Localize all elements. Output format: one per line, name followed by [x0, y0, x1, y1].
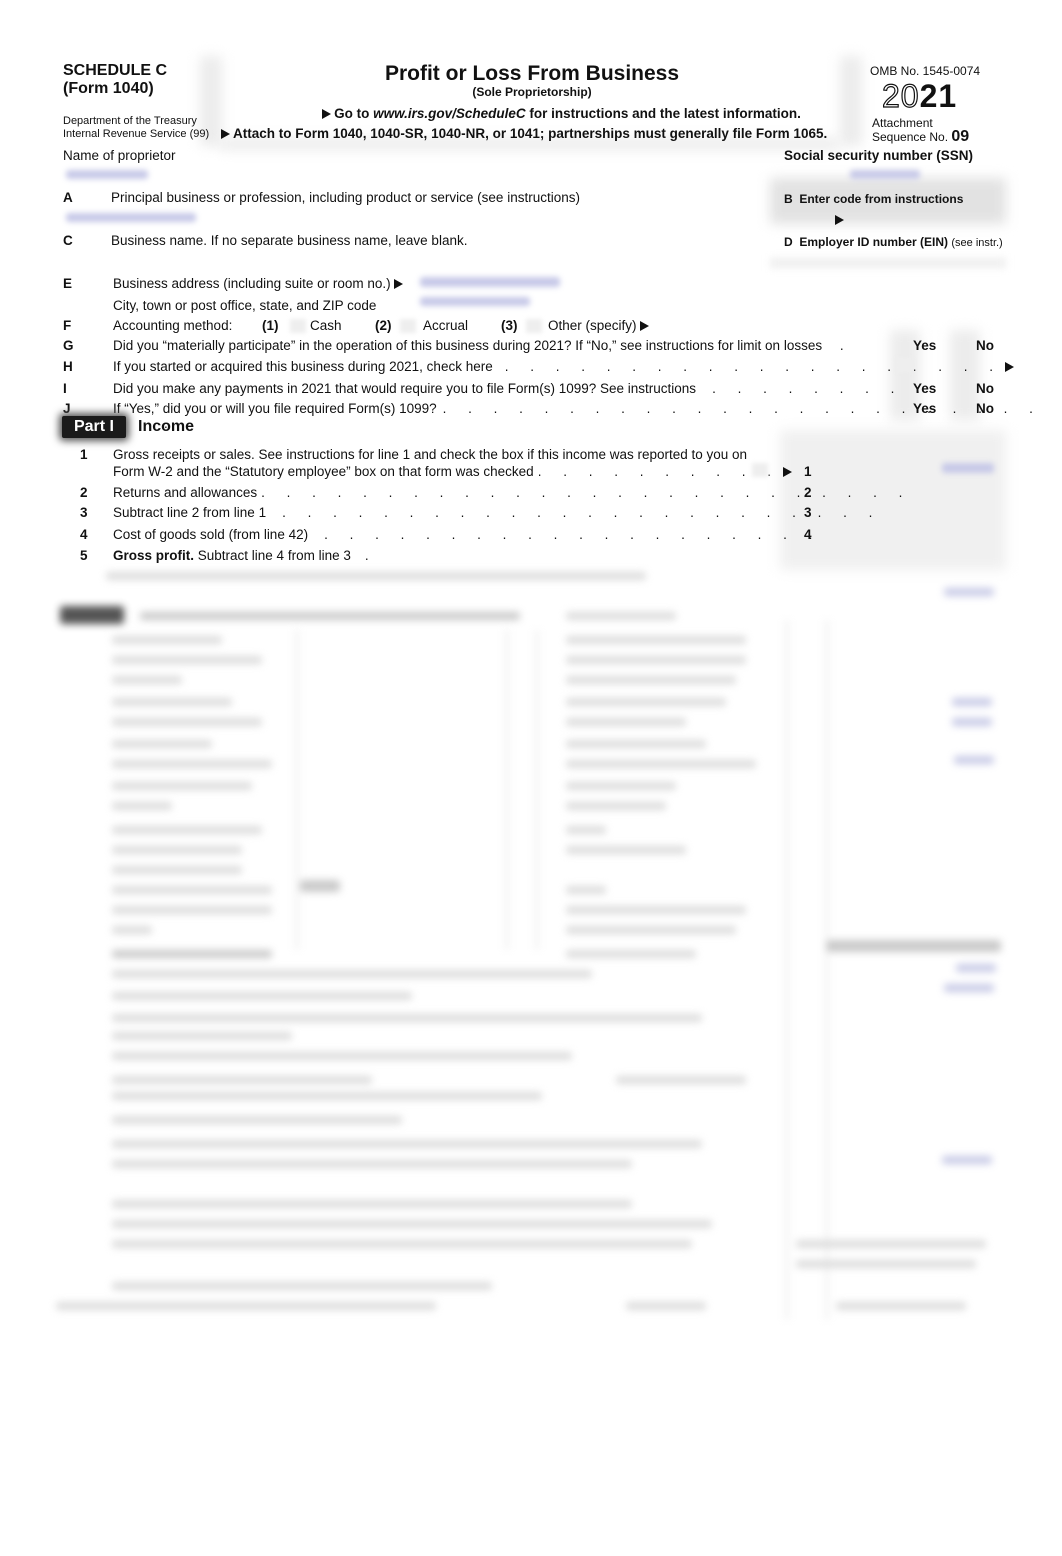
g-yes-option[interactable]: Yes: [913, 338, 936, 353]
line-3-text: Subtract line 2 from line 1. . . . . . .…: [113, 505, 882, 520]
form-label: (Form 1040): [63, 80, 154, 97]
arrow-right-icon: [1005, 362, 1015, 373]
line-4-amount-field[interactable]: [825, 526, 1003, 542]
line-2-box-label: 2: [804, 485, 812, 500]
ssn-field[interactable]: [850, 170, 920, 179]
line-2-number: 2: [80, 485, 88, 500]
arrow-right-icon: [393, 279, 403, 290]
line-b: B Enter code from instructions: [784, 192, 964, 206]
accrual-checkbox[interactable]: [400, 319, 416, 333]
line-a-label: Principal business or profession, includ…: [111, 190, 580, 205]
city-state-zip-field[interactable]: [420, 297, 530, 306]
statutory-employee-checkbox[interactable]: [752, 463, 768, 477]
attachment-sequence: Attachment Sequence No. 09: [872, 116, 970, 145]
amount-column-shadow: [780, 430, 1006, 570]
line-2-text: Returns and allowances. . . . . . . . . …: [113, 485, 912, 500]
business-name-field[interactable]: [63, 252, 763, 268]
business-code-field[interactable]: [852, 210, 1000, 224]
line-e-letter: E: [63, 276, 73, 291]
i-no-option[interactable]: No: [976, 381, 994, 396]
started-business-checkbox[interactable]: [895, 358, 913, 372]
line-1-box-label: 1: [804, 464, 812, 479]
i-yes-option[interactable]: Yes: [913, 381, 936, 396]
line-a-letter: A: [63, 190, 73, 205]
other-checkbox[interactable]: [526, 319, 542, 333]
omb-number: OMB No. 1545-0074: [870, 64, 981, 78]
line-g-label: Did you “materially participate” in the …: [113, 338, 844, 353]
department: Department of the Treasury Internal Reve…: [63, 115, 209, 141]
tax-year: 2021: [881, 77, 958, 114]
ssn-label: Social security number (SSN): [784, 148, 974, 163]
dept-line-1: Department of the Treasury: [63, 115, 197, 127]
line-e-label: Business address (including suite or roo…: [113, 276, 406, 291]
line-c-letter: C: [63, 233, 73, 248]
line-2-amount-field[interactable]: [825, 484, 1003, 500]
line-f-letter: F: [63, 318, 72, 333]
accrual-label: Accrual: [423, 318, 469, 333]
proprietor-name-field[interactable]: [66, 170, 148, 179]
goto-instructions: Go to www.irs.gov/ScheduleC for instruct…: [280, 106, 840, 121]
cash-label: Cash: [310, 318, 342, 333]
ein-field[interactable]: [770, 258, 1006, 268]
business-address-field[interactable]: [420, 277, 560, 287]
line-h-label: If you started or acquired this business…: [113, 359, 1017, 374]
cash-checkbox[interactable]: [290, 319, 306, 333]
line-e-city-label: City, town or post office, state, and ZI…: [113, 298, 377, 313]
line-h-letter: H: [63, 359, 73, 374]
line-d: D Employer ID number (EIN) (see instr.): [784, 235, 1003, 249]
line-3-box-label: 3: [804, 505, 812, 520]
j-yes-option[interactable]: Yes: [913, 401, 936, 416]
part-1-title: Income: [138, 418, 195, 435]
arrow-right-icon: [639, 321, 649, 332]
arrow-right-icon: [782, 467, 792, 478]
arrow-right-icon: [322, 109, 332, 120]
arrow-right-icon: [832, 211, 847, 229]
sequence-number: 09: [951, 128, 970, 145]
line-j-letter: J: [63, 401, 71, 416]
line-3-number: 3: [80, 505, 88, 520]
form-subtitle: (Sole Proprietorship): [472, 85, 592, 99]
line-f-label: Accounting method:: [113, 318, 233, 333]
line-4-number: 4: [80, 527, 88, 542]
g-no-option[interactable]: No: [976, 338, 994, 353]
line-4-text: Cost of goods sold (from line 42). . . .…: [113, 527, 822, 542]
line-1-text: Gross receipts or sales. See instruction…: [113, 447, 748, 462]
principal-business-field[interactable]: [66, 213, 196, 222]
other-method-field[interactable]: [665, 318, 1005, 332]
schedule-label: SCHEDULE C: [63, 62, 168, 79]
line-1-text-2: Form W-2 and the “Statutory employee” bo…: [113, 464, 795, 479]
line-i-letter: I: [63, 381, 67, 396]
irs-url-link[interactable]: www.irs.gov/ScheduleC: [373, 106, 526, 121]
form-title: Profit or Loss From Business: [384, 62, 680, 85]
line-3-amount-field[interactable]: [825, 504, 1003, 520]
other-label: Other (specify): [548, 318, 652, 333]
attach-instructions: Attach to Form 1040, 1040-SR, 1040-NR, o…: [218, 126, 858, 141]
j-no-option[interactable]: No: [976, 401, 994, 416]
arrow-right-icon: [221, 129, 230, 140]
line-c-label: Business name. If no separate business n…: [111, 233, 468, 248]
redacted-form-section: [56, 560, 1006, 1320]
name-label: Name of proprietor: [63, 148, 176, 163]
schedule-title: SCHEDULE C (Form 1040): [63, 62, 167, 98]
line-1-amount-field[interactable]: [942, 463, 994, 473]
line-1-number: 1: [80, 447, 88, 462]
line-g-letter: G: [63, 338, 74, 353]
line-i-label: Did you make any payments in 2021 that w…: [113, 381, 929, 396]
line-4-box-label: 4: [804, 527, 812, 542]
part-1-badge: Part I: [62, 416, 126, 438]
dept-line-2: Internal Revenue Service (99): [63, 128, 210, 140]
